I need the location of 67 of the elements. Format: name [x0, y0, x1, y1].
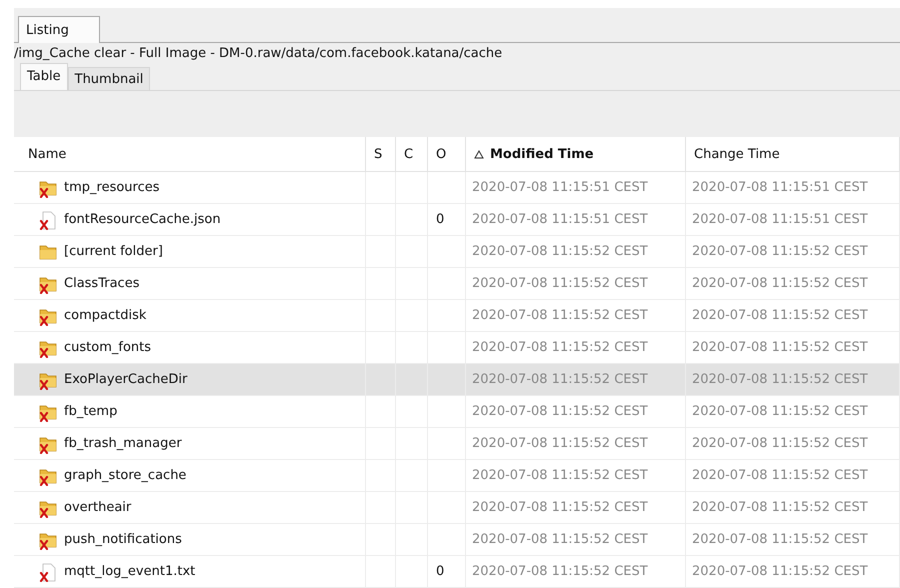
table-row[interactable]: fb_trash_manager 2020-07-08 11:15:52 CEST 2020-07-08 11:15:52 CEST — [14, 428, 900, 460]
table-cell: 2020-07-08 11:15:52 CEST — [692, 244, 868, 259]
file-name: fb_trash_manager — [64, 436, 182, 451]
table-cell: 2020-07-08 11:15:52 CEST — [472, 468, 648, 483]
table-cell: 2020-07-08 11:15:52 CEST — [692, 532, 868, 547]
file-name: fontResourceCache.json — [64, 212, 221, 227]
file-name: ExoPlayerCacheDir — [64, 372, 188, 387]
table-row[interactable]: ExoPlayerCacheDir 2020-07-08 11:15:52 CEST 2020-07-08 11:15:52 CEST — [14, 364, 900, 396]
table-row[interactable]: custom_fonts 2020-07-08 11:15:52 CEST 2020-07-08 11:15:52 CEST — [14, 332, 900, 364]
file-name: custom_fonts — [64, 340, 152, 355]
table-cell: 2020-07-08 11:15:52 CEST — [692, 340, 868, 355]
table-cell: 2020-07-08 11:15:52 CEST — [472, 308, 648, 323]
table-cell: 2020-07-08 11:15:52 CEST — [692, 404, 868, 419]
view-tab[interactable]: Thumbnail — [68, 67, 150, 90]
table-row[interactable]: fb_temp 2020-07-08 11:15:52 CEST 2020-07-08 11:15:52 CEST — [14, 396, 900, 428]
table-cell: 2020-07-08 11:15:52 CEST — [472, 404, 648, 419]
table-cell: 2020-07-08 11:15:51 CEST — [692, 212, 868, 227]
table-cell: 2020-07-08 11:15:52 CEST — [472, 244, 648, 259]
table-row[interactable]: [current folder] 2020-07-08 11:15:52 CEST 2020-07-08 11:15:52 CEST — [14, 236, 900, 268]
column-header[interactable]: C — [396, 137, 428, 171]
file-name: [current folder] — [64, 244, 163, 259]
table-cell: 2020-07-08 11:15:52 CEST — [472, 340, 648, 355]
table-row[interactable]: ClassTraces 2020-07-08 11:15:52 CEST 2020-07-08 11:15:52 CEST — [14, 268, 900, 300]
table-cell: 2020-07-08 11:15:52 CEST — [472, 436, 648, 451]
table-cell: 2020-07-08 11:15:52 CEST — [472, 276, 648, 291]
table-cell: 2020-07-08 11:15:52 CEST — [692, 308, 868, 323]
column-header[interactable]: Name — [14, 137, 366, 171]
table-cell: 2020-07-08 11:15:51 CEST — [472, 180, 648, 195]
column-header[interactable]: O — [428, 137, 466, 171]
table-cell: 2020-07-08 11:15:52 CEST — [692, 468, 868, 483]
table-cell: 2020-07-08 11:15:52 CEST — [472, 372, 648, 387]
file-name: overtheair — [64, 500, 132, 515]
table-row[interactable]: overtheair 2020-07-08 11:15:52 CEST 2020-07-08 11:15:52 CEST — [14, 492, 900, 524]
table-cell: 2020-07-08 11:15:52 CEST — [472, 532, 648, 547]
table-row[interactable]: tmp_resources 2020-07-08 11:15:51 CEST 2020-07-08 11:15:51 CEST — [14, 172, 900, 204]
column-header[interactable]: S — [366, 137, 396, 171]
table-row[interactable]: graph_store_cache 2020-07-08 11:15:52 CEST 2020-07-08 11:15:52 CEST — [14, 460, 900, 492]
path-text: /img_Cache clear - Full Image - DM-0.raw/data/com.facebook.katana/cache — [14, 45, 504, 63]
file-name: push_notifications — [64, 532, 182, 547]
table-cell: 2020-07-08 11:15:52 CEST — [472, 564, 648, 579]
file-name: tmp_resources — [64, 180, 160, 195]
table-cell: 2020-07-08 11:15:51 CEST — [692, 180, 868, 195]
table-cell: 2020-07-08 11:15:52 CEST — [692, 500, 868, 515]
table-cell: 2020-07-08 11:15:51 CEST — [472, 212, 648, 227]
file-name: compactdisk — [64, 308, 146, 323]
table-cell: 2020-07-08 11:15:52 CEST — [692, 564, 868, 579]
deleted-file-icon — [38, 562, 58, 582]
view-tab[interactable]: Table — [20, 63, 68, 90]
table-cell: 2020-07-08 11:15:52 CEST — [472, 500, 648, 515]
table-row[interactable]: compactdisk 2020-07-08 11:15:52 CEST 2020-07-08 11:15:52 CEST — [14, 300, 900, 332]
sort-ascending-icon — [474, 150, 484, 158]
column-header[interactable]: Change Time — [686, 137, 900, 171]
table-cell: 0 — [436, 212, 444, 227]
table-cell: 0 — [436, 564, 444, 579]
table-cell: 2020-07-08 11:15:52 CEST — [692, 436, 868, 451]
table-row[interactable]: fontResourceCache.json 0 2020-07-08 11:15:51 CEST 2020-07-08 11:15:51 CEST — [14, 204, 900, 236]
listing-tab[interactable]: Listing — [18, 16, 100, 43]
deleted-file-icon — [38, 210, 58, 230]
file-name: graph_store_cache — [64, 468, 186, 483]
file-name: fb_temp — [64, 404, 118, 419]
table-cell: 2020-07-08 11:15:52 CEST — [692, 372, 868, 387]
column-header[interactable]: Modified Time — [466, 137, 686, 171]
file-name: ClassTraces — [64, 276, 140, 291]
table-cell: 2020-07-08 11:15:52 CEST — [692, 276, 868, 291]
file-name: mqtt_log_event1.txt — [64, 564, 196, 579]
table-row[interactable]: mqtt_log_event1.txt 0 2020-07-08 11:15:52 CEST 2020-07-08 11:15:52 CEST — [14, 556, 900, 588]
table-row[interactable]: push_notifications 2020-07-08 11:15:52 CEST 2020-07-08 11:15:52 CEST — [14, 524, 900, 556]
